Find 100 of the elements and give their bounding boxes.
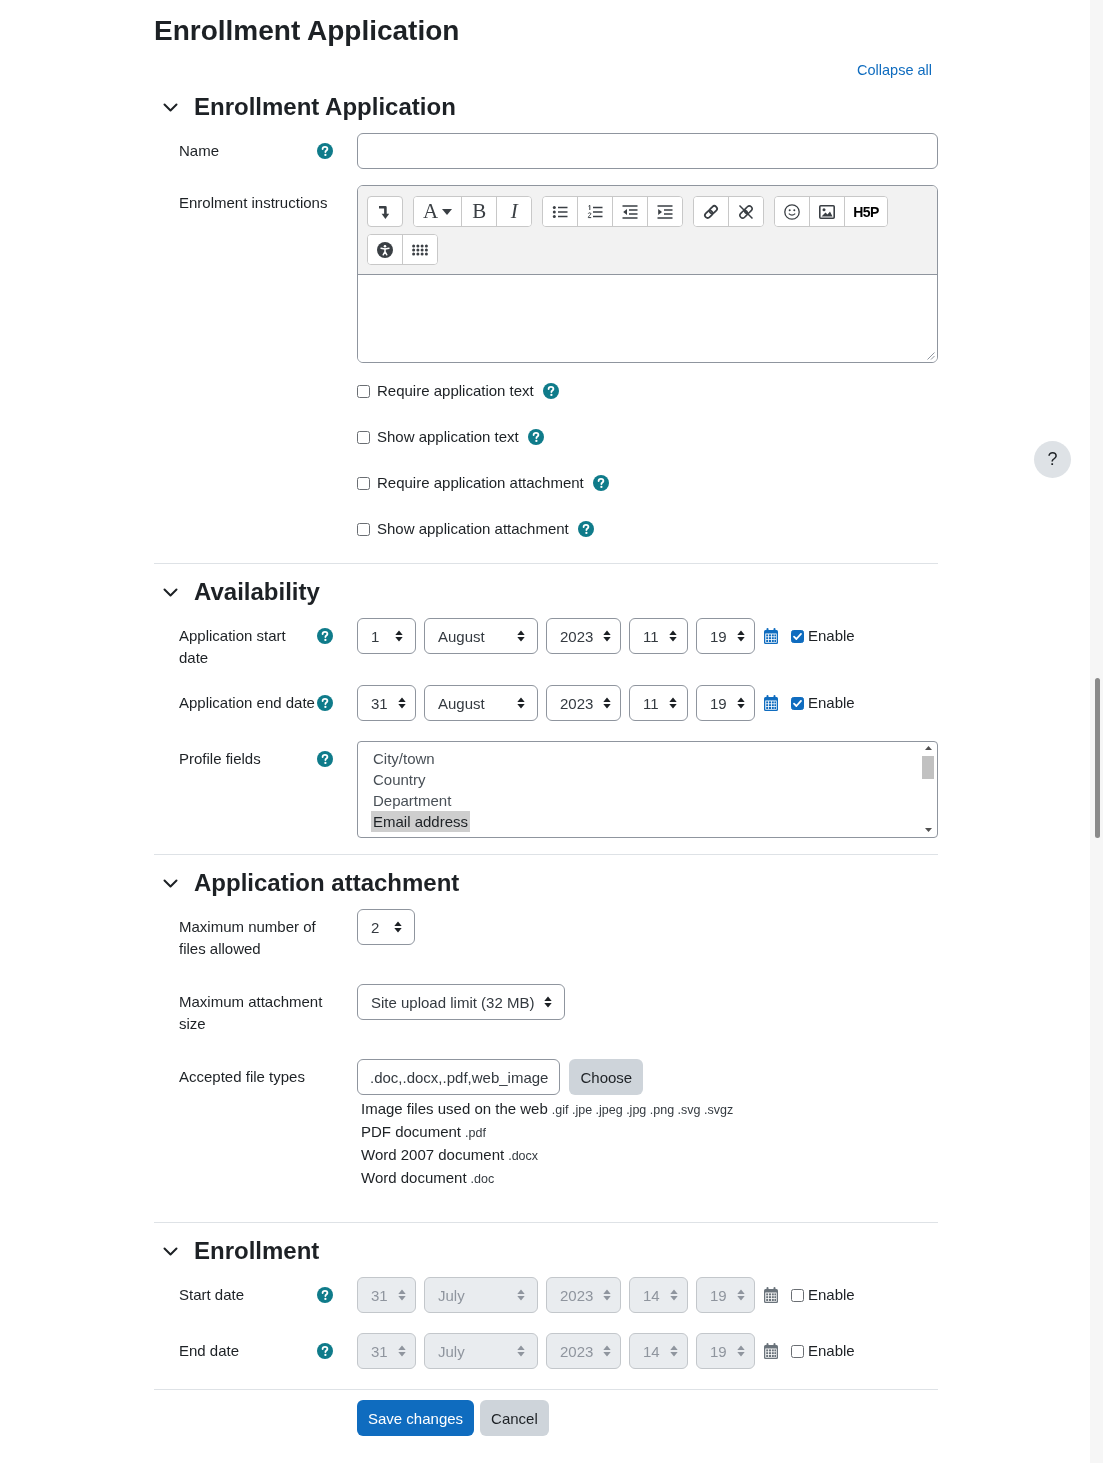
- enable-checkbox[interactable]: [791, 1288, 804, 1302]
- hour-select[interactable]: 11: [629, 685, 688, 721]
- list-box[interactable]: City/town Country Department Email address: [357, 741, 938, 838]
- choose-button[interactable]: Choose: [569, 1059, 644, 1095]
- day-select[interactable]: 31: [357, 685, 416, 721]
- chain-link-icon: [703, 203, 720, 220]
- list-option[interactable]: City/town: [371, 748, 437, 769]
- help-icon[interactable]: [317, 751, 333, 767]
- year-select[interactable]: 2023: [546, 685, 621, 721]
- up-down-caret-icon: [736, 1289, 745, 1301]
- list-option[interactable]: Country: [371, 769, 428, 790]
- up-down-caret-icon: [397, 1289, 406, 1301]
- up-down-caret-icon: [517, 697, 525, 709]
- help-icon[interactable]: [317, 628, 333, 644]
- chevron-icon[interactable]: [163, 587, 178, 597]
- checkbox[interactable]: [357, 476, 370, 490]
- checkbox-label[interactable]: Enable: [808, 1340, 855, 1362]
- enable-checkbox[interactable]: [791, 696, 804, 710]
- up-down-caret-icon: [517, 630, 525, 642]
- help-icon[interactable]: [577, 521, 594, 537]
- year-select[interactable]: 2023: [546, 618, 621, 654]
- month-select[interactable]: August: [424, 618, 538, 654]
- field-label: Maximum number of files allowed: [179, 918, 316, 957]
- file-extensions: .pdf: [465, 1126, 486, 1140]
- help-icon[interactable]: [542, 383, 559, 399]
- scroll-down-arrow-icon[interactable]: [924, 828, 932, 832]
- help-icon[interactable]: [317, 695, 333, 711]
- checkbox-label[interactable]: Enable: [808, 625, 855, 647]
- up-down-caret-icon: [603, 1345, 612, 1357]
- chevron-icon[interactable]: [163, 878, 178, 888]
- collapse-all-link[interactable]: Collapse all: [857, 61, 932, 79]
- picture-icon: [819, 203, 836, 220]
- help-icon[interactable]: [592, 475, 609, 491]
- help-icon[interactable]: [317, 1287, 333, 1303]
- file-extensions: .docx: [508, 1149, 539, 1163]
- h5p-button[interactable]: H5P: [844, 197, 887, 226]
- field-label: Accepted file types: [179, 1068, 305, 1085]
- list-option[interactable]: Email address: [371, 811, 471, 832]
- indent-icon: [657, 203, 674, 220]
- dropdown-select[interactable]: 2: [357, 909, 415, 945]
- up-down-caret-icon: [603, 1289, 612, 1301]
- checkbox-label[interactable]: Enable: [808, 692, 855, 714]
- italic-button[interactable]: I: [496, 197, 532, 226]
- dropdown-select[interactable]: Site upload limit (32 MB): [357, 984, 566, 1020]
- checkbox-label[interactable]: Require application text: [377, 380, 534, 402]
- section-heading: Enrollment Application: [194, 92, 456, 122]
- field-label: Name: [179, 142, 219, 159]
- checkbox[interactable]: [357, 522, 370, 536]
- indent-button[interactable]: [647, 197, 683, 226]
- file-type-name: Word 2007 document: [361, 1146, 505, 1163]
- up-down-caret-icon: [395, 630, 403, 642]
- numbered-list-icon: [587, 203, 604, 220]
- toolbar-toggle-button[interactable]: [367, 196, 403, 227]
- save-button[interactable]: Save changes: [357, 1400, 475, 1436]
- checkbox-label[interactable]: Show application attachment: [377, 518, 569, 540]
- day-select[interactable]: 1: [357, 618, 416, 654]
- calendar-icon[interactable]: [764, 628, 778, 644]
- page-title: Enrollment Application: [154, 14, 461, 48]
- up-down-caret-icon: [517, 1289, 525, 1301]
- checkbox-label[interactable]: Enable: [808, 1284, 855, 1306]
- file-extensions: .gif .jpe .jpeg .jpg .png .svg .svgz: [551, 1103, 734, 1117]
- enable-checkbox[interactable]: [791, 1344, 804, 1358]
- checkbox[interactable]: [357, 384, 370, 398]
- help-button[interactable]: ?: [1034, 441, 1071, 478]
- file-types-field[interactable]: .doc,.docx,.pdf,web_image: [357, 1059, 561, 1095]
- field-label: End date: [179, 1342, 240, 1359]
- help-icon[interactable]: [317, 1343, 333, 1359]
- up-down-caret-icon: [544, 996, 553, 1008]
- enable-checkbox[interactable]: [791, 629, 804, 643]
- dot-grid-button[interactable]: [402, 235, 437, 264]
- minute-select[interactable]: 19: [696, 618, 755, 654]
- chevron-icon[interactable]: [163, 1246, 178, 1256]
- help-icon[interactable]: [317, 143, 333, 159]
- text-input-field[interactable]: [357, 133, 938, 169]
- checkbox-label[interactable]: Require application attachment: [377, 472, 584, 494]
- list-option[interactable]: Department: [371, 790, 454, 811]
- cancel-button[interactable]: Cancel: [480, 1400, 549, 1436]
- unlink-button[interactable]: [728, 197, 764, 226]
- scrollbar-thumb[interactable]: [922, 756, 934, 779]
- section-heading: Enrollment: [194, 1236, 320, 1266]
- checkbox[interactable]: [357, 430, 370, 444]
- help-icon[interactable]: [527, 429, 544, 445]
- resize-handle-icon[interactable]: [927, 352, 935, 360]
- up-down-caret-icon: [517, 1345, 525, 1357]
- scrollbar-thumb[interactable]: [1095, 678, 1100, 838]
- up-down-caret-icon: [394, 921, 402, 933]
- calendar-icon[interactable]: [764, 1287, 778, 1303]
- chevron-icon[interactable]: [163, 102, 178, 112]
- month-select[interactable]: August: [424, 685, 538, 721]
- calendar-icon[interactable]: [764, 1343, 778, 1359]
- field-label: Application start date: [179, 627, 286, 666]
- up-down-caret-icon: [669, 1289, 678, 1301]
- calendar-icon[interactable]: [764, 695, 778, 711]
- checkbox-label[interactable]: Show application text: [377, 426, 519, 448]
- minute-select[interactable]: 19: [696, 685, 755, 721]
- file-type-name: PDF document: [361, 1123, 462, 1140]
- scroll-up-arrow-icon[interactable]: [924, 746, 932, 750]
- file-type-name: Word document: [361, 1169, 467, 1186]
- field-label: Maximum attachment size: [179, 993, 323, 1032]
- hour-select[interactable]: 11: [629, 618, 688, 654]
